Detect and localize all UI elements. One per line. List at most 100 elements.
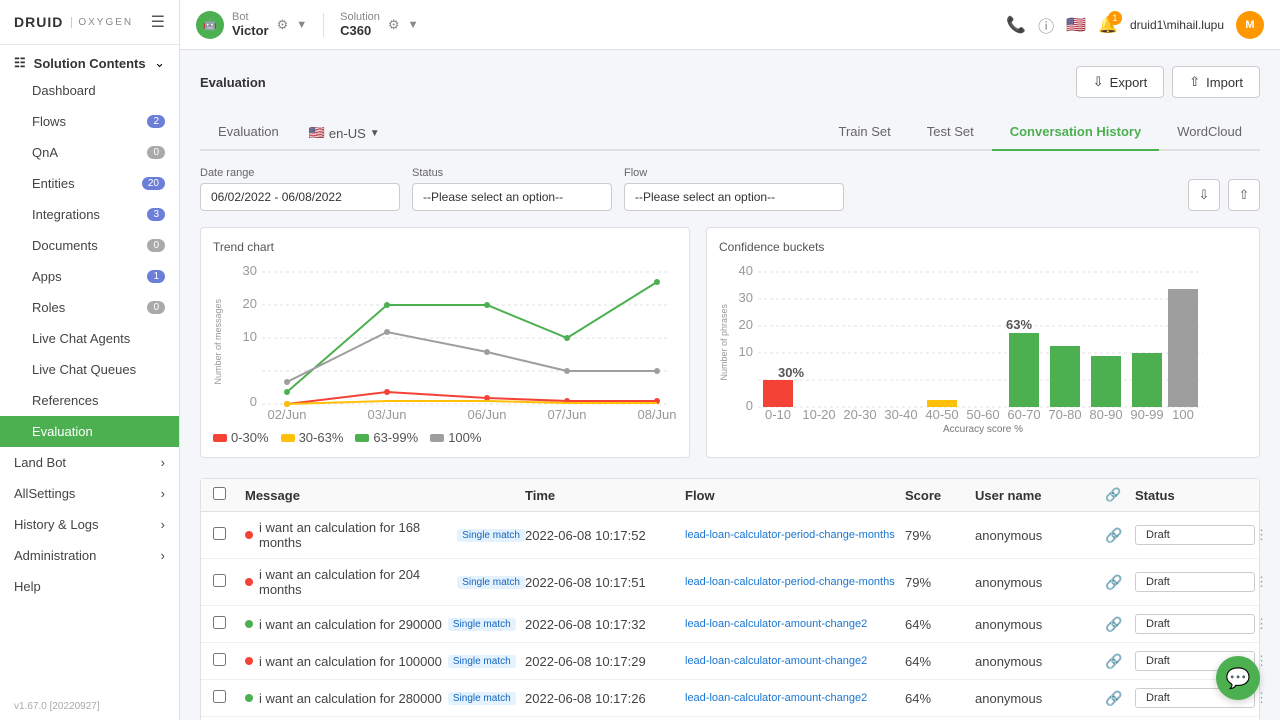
svg-text:30%: 30% bbox=[778, 365, 804, 380]
tab-locale[interactable]: 🇺🇸 en-US ▼ bbox=[297, 117, 392, 149]
row1-status-badge[interactable]: Draft bbox=[1135, 525, 1255, 545]
sidebar-item-roles[interactable]: Roles 0 bbox=[0, 292, 179, 323]
row3-match-badge: Single match bbox=[448, 618, 516, 631]
row4-checkbox[interactable] bbox=[213, 653, 245, 669]
bar-40-50 bbox=[927, 400, 957, 407]
solution-details: Solution C360 bbox=[340, 11, 380, 38]
documents-label: Documents bbox=[32, 238, 98, 253]
chat-bubble-button[interactable]: 💬 bbox=[1216, 656, 1260, 700]
user-avatar[interactable]: M bbox=[1236, 11, 1264, 39]
solution-contents-icon: ☷ Solution Contents bbox=[14, 55, 146, 71]
row2-flow-link[interactable]: lead-loan-calculator-period-change-month… bbox=[685, 576, 905, 588]
svg-text:30: 30 bbox=[243, 263, 257, 278]
sidebar-item-history-logs[interactable]: History & Logs › bbox=[0, 509, 179, 540]
select-all-checkbox[interactable] bbox=[213, 487, 226, 500]
row3-more-icon[interactable]: ⋮ bbox=[1255, 616, 1280, 632]
topbar: 🤖 Bot Victor ⚙ ▼ Solution C360 ⚙ ▼ 📞 ⓘ 🇺… bbox=[180, 0, 1280, 50]
solution-dropdown-icon[interactable]: ▼ bbox=[408, 19, 419, 31]
tab-evaluation-label: Evaluation bbox=[218, 124, 279, 139]
sidebar-item-land-bot[interactable]: Land Bot › bbox=[0, 447, 179, 478]
charts-row: Trend chart Number of messages 30 20 10 bbox=[200, 227, 1260, 458]
sidebar-item-qna[interactable]: QnA 0 bbox=[0, 137, 179, 168]
solution-settings-icon[interactable]: ⚙ bbox=[388, 17, 400, 33]
trend-chart-card: Trend chart Number of messages 30 20 10 bbox=[200, 227, 690, 458]
sidebar-item-administration[interactable]: Administration › bbox=[0, 540, 179, 571]
language-flag[interactable]: 🇺🇸 bbox=[1066, 15, 1086, 35]
svg-text:02/Jun: 02/Jun bbox=[267, 407, 306, 422]
row2-status-badge[interactable]: Draft bbox=[1135, 572, 1255, 592]
sidebar-item-flows[interactable]: Flows 2 bbox=[0, 106, 179, 137]
confidence-chart-card: Confidence buckets Number of phrases 40 … bbox=[706, 227, 1260, 458]
date-range-input[interactable] bbox=[200, 183, 400, 211]
help-icon[interactable]: ⓘ bbox=[1038, 13, 1054, 37]
row2-more-icon[interactable]: ⋮ bbox=[1255, 574, 1280, 590]
bot-settings-icon[interactable]: ⚙ bbox=[277, 17, 289, 33]
row3-checkbox[interactable] bbox=[213, 616, 245, 632]
status-select[interactable]: --Please select an option-- bbox=[412, 183, 612, 211]
bar-70-80 bbox=[1050, 346, 1080, 407]
chevron-right-icon: › bbox=[161, 455, 165, 470]
tab-test-set[interactable]: Test Set bbox=[909, 114, 992, 151]
svg-text:50-60: 50-60 bbox=[966, 407, 999, 422]
tab-train-set[interactable]: Train Set bbox=[820, 114, 908, 151]
bot-avatar: 🤖 bbox=[196, 11, 224, 39]
legend-100: 100% bbox=[430, 430, 481, 445]
flow-select[interactable]: --Please select an option-- bbox=[624, 183, 844, 211]
page-header: Evaluation ⇩ Export ⇧ Import bbox=[200, 66, 1260, 98]
row5-checkbox[interactable] bbox=[213, 690, 245, 706]
confidence-chart-area: Number of phrases 40 30 20 10 bbox=[719, 262, 1247, 422]
hamburger-icon[interactable]: ☰ bbox=[151, 12, 165, 32]
row5-more-icon[interactable]: ⋮ bbox=[1255, 690, 1280, 706]
row1-more-icon[interactable]: ⋮ bbox=[1255, 527, 1280, 543]
solution-contents-label: Solution Contents bbox=[34, 56, 146, 71]
row4-more-icon[interactable]: ⋮ bbox=[1255, 653, 1280, 669]
sidebar-item-documents[interactable]: Documents 0 bbox=[0, 230, 179, 261]
flow-filter: Flow --Please select an option-- bbox=[624, 167, 844, 211]
sidebar-item-help[interactable]: Help bbox=[0, 571, 179, 602]
sidebar-item-allsettings[interactable]: AllSettings › bbox=[0, 478, 179, 509]
tab-evaluation[interactable]: Evaluation bbox=[200, 114, 297, 151]
row4-status-dot bbox=[245, 657, 253, 665]
flows-label: Flows bbox=[32, 114, 66, 129]
phone-icon[interactable]: 📞 bbox=[1006, 15, 1026, 35]
qna-label: QnA bbox=[32, 145, 58, 160]
solution-info: Solution C360 ⚙ ▼ bbox=[340, 11, 418, 38]
row4-flow-link[interactable]: lead-loan-calculator-amount-change2 bbox=[685, 655, 905, 667]
notification-bell[interactable]: 🔔 1 bbox=[1098, 15, 1118, 35]
sidebar-item-live-chat-agents[interactable]: Live Chat Agents bbox=[0, 323, 179, 354]
row3-flow-link[interactable]: lead-loan-calculator-amount-change2 bbox=[685, 618, 905, 630]
solution-contents-section[interactable]: ☷ Solution Contents ⌄ bbox=[0, 45, 179, 75]
import-button[interactable]: ⇧ Import bbox=[1172, 66, 1260, 98]
svg-text:30-40: 30-40 bbox=[884, 407, 917, 422]
legend-label-30-63: 30-63% bbox=[299, 430, 344, 445]
entities-label: Entities bbox=[32, 176, 75, 191]
dropdown-icon[interactable]: ▼ bbox=[296, 19, 307, 31]
tab-wordcloud[interactable]: WordCloud bbox=[1159, 114, 1260, 151]
sidebar-item-integrations[interactable]: Integrations 3 bbox=[0, 199, 179, 230]
sidebar-item-apps[interactable]: Apps 1 bbox=[0, 261, 179, 292]
download-icon-btn[interactable]: ⇩ bbox=[1188, 179, 1220, 211]
row3-status-badge[interactable]: Draft bbox=[1135, 614, 1255, 634]
row3-status-dot bbox=[245, 620, 253, 628]
row5-status-dot bbox=[245, 694, 253, 702]
row1-status-dot bbox=[245, 531, 253, 539]
row2-chain-icon: 🔗 bbox=[1105, 574, 1135, 591]
upload-icon-btn[interactable]: ⇧ bbox=[1228, 179, 1260, 211]
sidebar-item-references[interactable]: References bbox=[0, 385, 179, 416]
allsettings-label: AllSettings bbox=[14, 486, 75, 501]
row2-checkbox[interactable] bbox=[213, 574, 245, 590]
chevron-down-icon: ⌄ bbox=[154, 55, 165, 71]
sidebar-item-entities[interactable]: Entities 20 bbox=[0, 168, 179, 199]
references-label: References bbox=[32, 393, 98, 408]
export-button[interactable]: ⇩ Export bbox=[1076, 66, 1164, 98]
header-chain-icon: 🔗 bbox=[1105, 487, 1135, 503]
row1-checkbox[interactable] bbox=[213, 527, 245, 543]
sidebar-item-live-chat-queues[interactable]: Live Chat Queues bbox=[0, 354, 179, 385]
sidebar-item-evaluation[interactable]: Evaluation bbox=[0, 416, 179, 447]
tab-conversation-history[interactable]: Conversation History bbox=[992, 114, 1159, 151]
row5-flow-link[interactable]: lead-loan-calculator-amount-change2 bbox=[685, 692, 905, 704]
topbar-divider bbox=[323, 13, 324, 37]
trend-chart-title: Trend chart bbox=[213, 240, 677, 254]
sidebar-item-dashboard[interactable]: Dashboard bbox=[0, 75, 179, 106]
row1-flow-link[interactable]: lead-loan-calculator-period-change-month… bbox=[685, 529, 905, 541]
